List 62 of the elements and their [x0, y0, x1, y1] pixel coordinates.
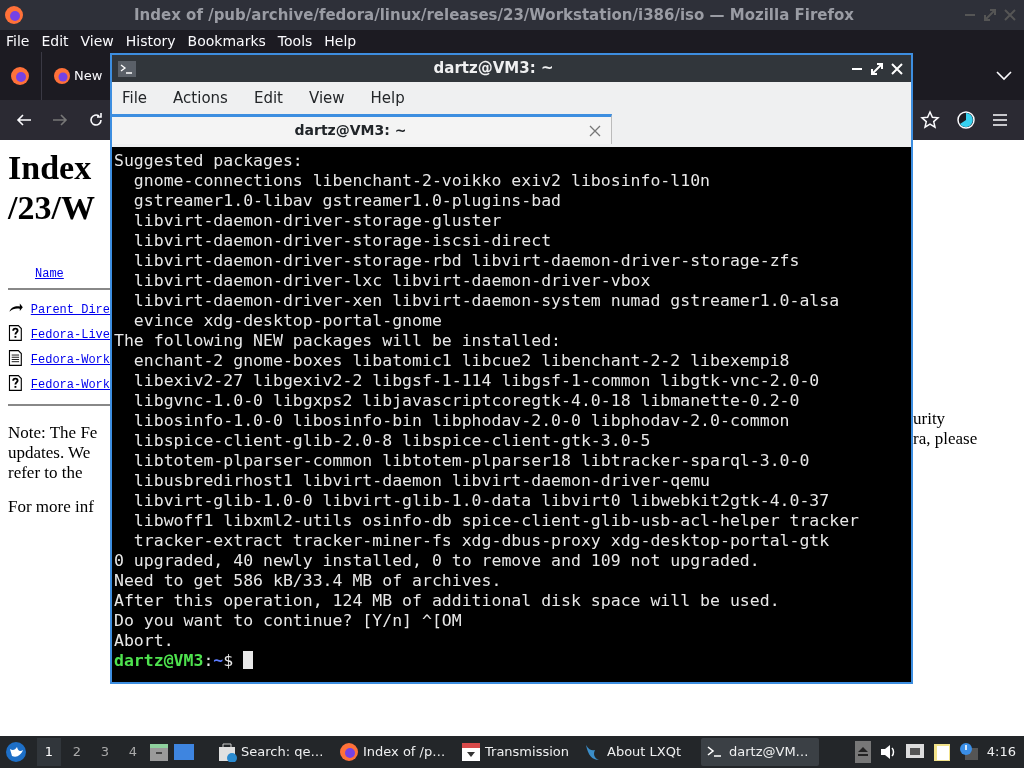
menu-item[interactable]: Actions: [173, 86, 228, 110]
taskbar-button[interactable]: Search: qe…: [213, 738, 331, 766]
download-box-icon: [461, 742, 481, 762]
menu-icon[interactable]: [992, 113, 1008, 127]
menu-item[interactable]: Help: [324, 30, 357, 52]
terminal-tab[interactable]: dartz@VM3: ~: [112, 114, 612, 144]
file-link[interactable]: Fedora-Work: [30, 351, 110, 369]
desktop-icon[interactable]: [173, 743, 195, 761]
menu-item[interactable]: File: [6, 30, 30, 52]
taskbar-button[interactable]: Transmission: [457, 738, 575, 766]
browser-tab[interactable]: New: [53, 66, 103, 86]
menu-item[interactable]: File: [122, 86, 148, 110]
menu-item[interactable]: History: [125, 30, 176, 52]
star-icon[interactable]: [920, 110, 940, 130]
start-menu-icon[interactable]: [5, 741, 27, 763]
clipboard-icon[interactable]: [932, 742, 951, 762]
account-icon[interactable]: [956, 110, 976, 130]
desktop-switch[interactable]: 4: [121, 738, 145, 766]
document-icon: [8, 347, 23, 369]
chevron-icon[interactable]: [996, 71, 1012, 81]
unknown-file-icon: [8, 372, 23, 394]
browser-logo-icon: [4, 5, 24, 25]
clock[interactable]: 4:16: [986, 742, 1016, 762]
back-icon[interactable]: [16, 112, 32, 128]
menu-item[interactable]: Bookmarks: [187, 30, 266, 52]
browser-logo-icon: [339, 742, 359, 762]
bag-icon: [217, 742, 237, 762]
menu-item[interactable]: Tools: [277, 30, 313, 52]
menu-item[interactable]: Edit: [41, 30, 69, 52]
taskbar-button[interactable]: dartz@VM…: [701, 738, 819, 766]
menu-item[interactable]: Help: [370, 86, 405, 110]
volume-icon[interactable]: [878, 743, 897, 761]
menu-item[interactable]: Edit: [253, 86, 283, 110]
text-cursor: [243, 651, 254, 669]
browser-logo-icon[interactable]: [10, 66, 30, 86]
column-header-link[interactable]: Name: [35, 267, 64, 281]
file-link[interactable]: Fedora-Live: [30, 326, 110, 344]
page-heading: Index /23/W: [8, 148, 96, 228]
terminal-output: Suggested packages: gnome-connections libenchant-2-voikko exiv2 libosinfo-l10n gstreamer1.0-libav gstreamer1.0-plugins-bad libvirt-daemon-driver-storage-gluster libvirt-daemon-driver-storage-iscsi-direct libvirt-daemon-driver-storage-rbd libvirt-daemon-driver-storage-zfs libvirt-daemon-driver-lxc libvirt-daemon-driver-vbox libvirt-daemon-driver-xen libvirt-daemon-system numad gstreamer1.0-alsa evince xdg-desktop-portal-gnome The following NEW packages will be installed: enchant-2 gnome-boxes libatomic1 libcue2 libenchant-2-2 libexempi8 libexiv2-27 libgexiv2-2 libgsf-1-114 libgsf-1-common libgtk-vnc-2.0-0 libgvnc-1.0-0 libgxps2 libjavascriptcoregtk-4.0-18 libmanette-0.2-0 libosinfo-1.0-0 libosinfo-bin libphodav-2.0-0 libphodav-2.0-common libspice-client-glib-2.0-8 libspice-client-gtk-3.0-5 libtotem-plparser-common libtotem-plparser18 libtracker-sparql-3.0-0 libusbredirhost1 libvirt-daemon libvirt-daemon-driver-qemu libvirt-glib-1.0-0 libvirt-glib-1.0-data libvirt0 libwebkit2gtk-4.0-37 libwoff1 libxml2-utils osinfo-db spice-client-glib-usb-acl-helper tracker tracker-extract tracker-miner-fs xdg-dbus-proxy xdg-desktop-portal-gtk 0 upgraded, 40 newly installed, 0 to remove and 109 not upgraded. Need to get 586 kB/33.4 MB of archives. After this operation, 124 MB of additional disk space will be used. Do you want to continue? [Y/n] ^[OM Abort. dartz@VM3:~$: [112, 147, 911, 682]
browser-logo-icon: [53, 67, 71, 85]
eject-icon[interactable]: [854, 741, 871, 763]
taskbar-button[interactable]: Index of /p…: [335, 738, 453, 766]
info-text: For more inf: [8, 497, 95, 517]
menu-item[interactable]: View: [80, 30, 114, 52]
forward-icon[interactable]: [52, 112, 68, 128]
notification-icon[interactable]: [958, 742, 979, 762]
file-link[interactable]: Parent Dire: [30, 301, 110, 319]
window-title: dartz@VM3: ~: [432, 58, 555, 80]
file-cabinet-icon[interactable]: [149, 742, 169, 762]
menu-item[interactable]: View: [308, 86, 345, 110]
unknown-file-icon: [8, 322, 23, 344]
window-title: Index of /pub/archive/fedora/linux/releases/23/Workstation/i386/iso — Mozilla Firefox: [133, 4, 855, 26]
desktop-switch[interactable]: 3: [93, 738, 117, 766]
desktop-switch[interactable]: 2: [65, 738, 89, 766]
note-text: urity ra, please: [913, 409, 979, 449]
note-text: Note: The Fe updates. We refer to the: [8, 423, 99, 483]
reload-icon[interactable]: [88, 112, 104, 128]
taskbar-button[interactable]: About LXQt: [579, 738, 697, 766]
file-link[interactable]: Fedora-Work: [30, 376, 110, 394]
desktop-switch[interactable]: 1: [37, 738, 61, 766]
terminal-icon: [118, 60, 136, 77]
network-icon[interactable]: [904, 743, 925, 761]
